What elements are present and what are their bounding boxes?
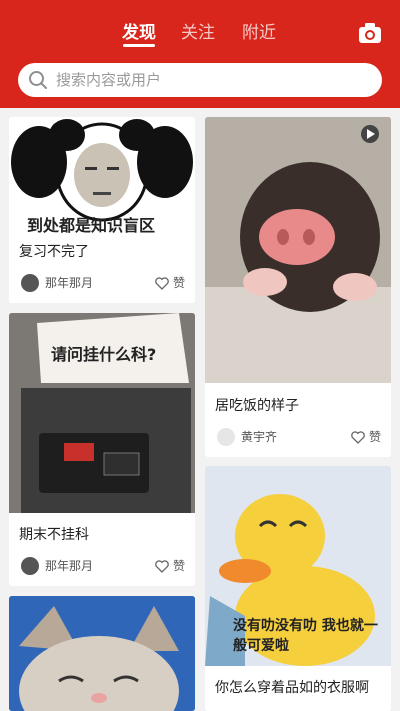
search-placeholder: 搜索内容或用户 xyxy=(56,71,162,89)
camera-icon[interactable] xyxy=(358,22,382,44)
avatar[interactable] xyxy=(21,274,39,292)
card-image xyxy=(205,117,391,383)
avatar[interactable] xyxy=(217,428,235,446)
card-title: 你怎么穿着品如的衣服啊 xyxy=(215,680,369,696)
card-title: 居吃饭的样子 xyxy=(215,398,299,414)
card-image: 没有叻没有叻 我也就一般可爱啦 xyxy=(205,466,391,666)
avatar[interactable] xyxy=(21,557,39,575)
card-author[interactable]: 那年那月 xyxy=(45,274,93,292)
top-bar: 发现 关注 附近 搜索内容或用户 xyxy=(0,0,400,108)
feed-card[interactable] xyxy=(9,596,195,711)
like-button[interactable]: 赞 xyxy=(155,557,185,575)
like-label: 赞 xyxy=(172,559,185,573)
like-button[interactable]: 赞 xyxy=(155,274,185,292)
card-title: 期末不挂科 xyxy=(19,527,89,543)
heart-icon xyxy=(351,431,365,444)
like-button[interactable]: 赞 xyxy=(351,428,381,446)
card-image: 到处都是知识盲区 xyxy=(9,117,195,237)
tab-nearby[interactable]: 附近 xyxy=(242,20,276,46)
tab-bar: 发现 关注 附近 xyxy=(0,20,400,50)
like-label: 赞 xyxy=(368,430,381,444)
search-icon xyxy=(28,70,48,90)
heart-icon xyxy=(155,560,169,573)
feed-card[interactable]: 没有叻没有叻 我也就一般可爱啦 你怎么穿着品如的衣服啊 xyxy=(205,466,391,711)
card-image: 请问挂什么科? xyxy=(9,313,195,513)
feed-card[interactable]: 请问挂什么科? 期末不挂科 那年那月 赞 xyxy=(9,313,195,586)
card-author[interactable]: 黄宇齐 xyxy=(241,428,277,446)
image-caption: 没有叻没有叻 我也就一般可爱啦 xyxy=(233,618,378,654)
active-tab-indicator xyxy=(123,44,155,47)
heart-icon xyxy=(155,277,169,290)
tab-following[interactable]: 关注 xyxy=(181,20,215,46)
card-title: 复习不完了 xyxy=(19,244,89,260)
like-label: 赞 xyxy=(172,276,185,290)
card-author[interactable]: 那年那月 xyxy=(45,557,93,575)
feed-card[interactable]: 到处都是知识盲区 复习不完了 那年那月 赞 xyxy=(9,117,195,303)
image-caption: 到处都是知识盲区 xyxy=(27,216,156,235)
feed-card[interactable]: 居吃饭的样子 黄宇齐 赞 xyxy=(205,117,391,457)
image-caption: 请问挂什么科? xyxy=(51,345,157,364)
card-image xyxy=(9,596,195,711)
search-input[interactable]: 搜索内容或用户 xyxy=(18,63,382,97)
tab-discover[interactable]: 发现 xyxy=(122,20,156,46)
